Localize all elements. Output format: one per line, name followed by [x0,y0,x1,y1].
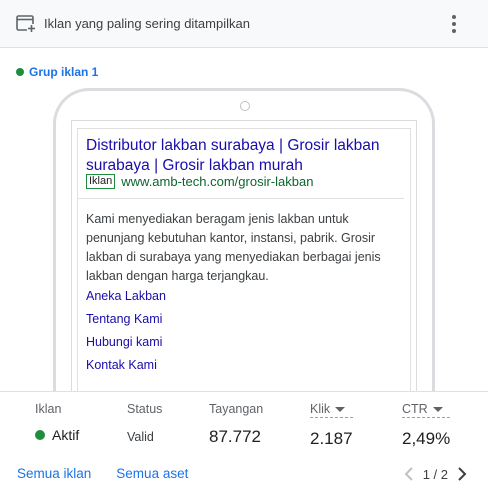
stat-label: Klik [310,402,331,416]
sitelink[interactable]: Tentang Kami [86,308,166,331]
ad-description: Kami menyediakan beragam jenis lakban un… [86,212,381,283]
stat-value: Aktif [35,427,79,443]
sort-klik[interactable]: Klik [310,402,353,418]
stat-iklan: Iklan Aktif [35,402,79,443]
chevron-right-icon[interactable] [454,465,470,483]
stats-panel: Iklan Aktif Status Valid Tayangan 87.772… [0,391,488,500]
more-vert-icon[interactable] [442,12,466,36]
stat-label: CTR [402,402,428,416]
ad-group-label: Grup iklan 1 [29,65,99,79]
add-to-window-icon [16,15,36,33]
stat-label: Status [127,402,163,416]
all-ads-link[interactable]: Semua iklan [17,466,91,481]
stat-label: Iklan [35,402,62,416]
stat-value: 2.187 [310,429,353,448]
footer-links: Semua iklan Semua aset [17,466,188,481]
sitelink[interactable]: Aneka Lakban [86,285,166,308]
stat-ctr: CTR 2,49% [402,402,451,449]
stat-value: 2,49% [402,429,451,448]
ad-status-text: Aktif [52,427,80,443]
ad-display-url[interactable]: www.amb-tech.com/grosir-lakban [121,174,313,189]
sitelink[interactable]: Hubungi kami [86,331,166,354]
sitelinks: Aneka Lakban Tentang Kami Hubungi kami K… [86,285,166,377]
caret-down-icon [335,406,346,412]
chevron-left-icon[interactable] [401,465,417,483]
card-title: Iklan yang paling sering ditampilkan [44,16,250,31]
card-header: Iklan yang paling sering ditampilkan [0,0,488,48]
stat-value: 87.772 [209,427,261,446]
stat-klik: Klik 2.187 [310,402,353,449]
ad-group[interactable]: Grup iklan 1 [16,65,98,79]
stat-label: Tayangan [209,402,264,416]
stat-value: Valid [127,430,154,444]
ad-url-row: Iklan www.amb-tech.com/grosir-lakban [86,174,313,189]
sitelink[interactable]: Kontak Kami [86,354,166,377]
page-indicator: 1 / 2 [422,466,448,482]
phone-camera [240,101,250,111]
stat-status: Status Valid [127,402,162,444]
phone-preview: Distributor lakban surabaya | Grosir lak… [53,88,435,448]
caret-down-icon [432,406,443,412]
status-dot [16,68,24,76]
stat-tayangan: Tayangan 87.772 [209,402,263,447]
pagination: 1 / 2 [401,465,470,483]
all-assets-link[interactable]: Semua aset [116,466,188,481]
sort-ctr[interactable]: CTR [402,402,451,418]
active-dot [35,430,45,440]
divider [78,198,404,199]
ad-headline[interactable]: Distributor lakban surabaya | Grosir lak… [86,136,406,176]
ad-badge: Iklan [86,174,116,189]
